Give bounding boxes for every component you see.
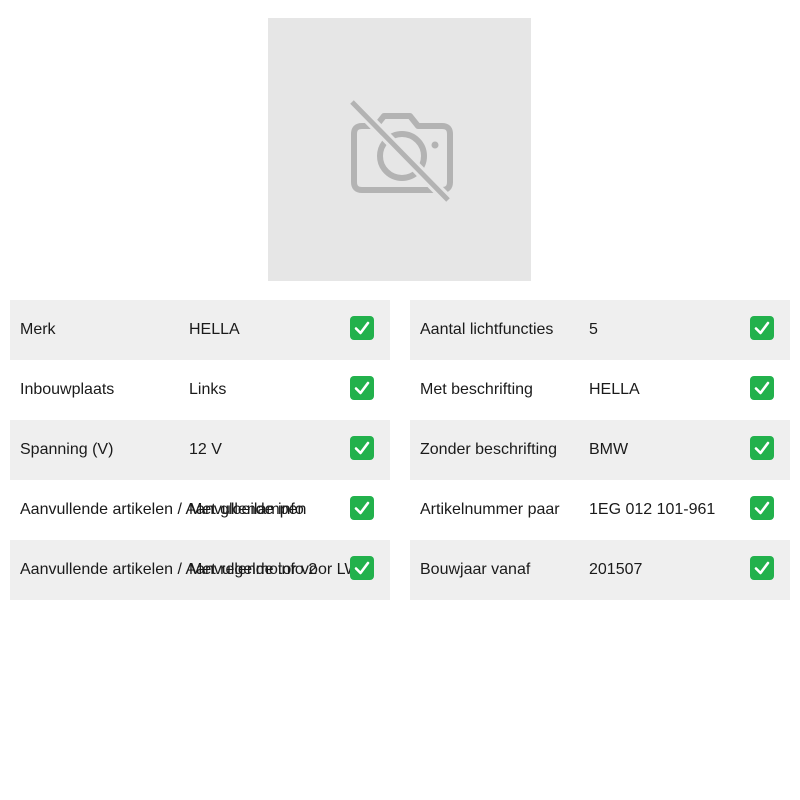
spec-row: Zonder beschrifting BMW (410, 420, 790, 480)
spec-row: Inbouwplaats Links (10, 360, 390, 420)
spec-label: Zonder beschrifting (420, 441, 557, 458)
spec-row: Aantal lichtfuncties 5 (410, 300, 790, 360)
specs-table-right: Aantal lichtfuncties 5 Met beschrifting … (410, 300, 790, 600)
spec-row: Met beschrifting HELLA (410, 360, 790, 420)
spec-value: HELLA (189, 321, 240, 338)
spec-label: Bouwjaar vanaf (420, 561, 531, 578)
spec-value: 201507 (589, 561, 643, 578)
spec-value: HELLA (589, 381, 640, 398)
spec-row: Spanning (V) 12 V (10, 420, 390, 480)
spec-value: Met regelmotor voor LWR (189, 561, 371, 578)
check-mark-icon (750, 496, 774, 520)
check-mark-icon (750, 376, 774, 400)
check-mark-icon (750, 316, 774, 340)
spec-row: Aanvullende artikelen / Aanvullende info… (10, 480, 390, 540)
camera-off-icon (348, 98, 453, 204)
spec-value: Links (189, 381, 227, 398)
specs-table-left: Merk HELLA Inbouwplaats Links Spanning (… (10, 300, 390, 600)
spec-label: Merk (20, 321, 56, 338)
check-mark-icon (350, 436, 374, 460)
spec-label: Spanning (V) (20, 441, 114, 458)
check-mark-icon (750, 556, 774, 580)
product-image-placeholder (268, 18, 531, 281)
spec-row: Merk HELLA (10, 300, 390, 360)
check-mark-icon (350, 376, 374, 400)
spec-value: BMW (589, 441, 629, 458)
spec-value: 1EG 012 101-961 (589, 501, 716, 518)
check-mark-icon (750, 436, 774, 460)
check-mark-icon (350, 316, 374, 340)
spec-row: Aanvullende artikelen / Aanvullende info… (10, 540, 390, 600)
spec-value: 12 V (189, 441, 222, 458)
spec-value: 5 (589, 321, 598, 338)
spec-value: Met gloeilampen (189, 501, 307, 518)
spec-row: Bouwjaar vanaf 201507 (410, 540, 790, 600)
check-mark-icon (350, 556, 374, 580)
spec-label: Artikelnummer paar (420, 501, 560, 518)
check-mark-icon (350, 496, 374, 520)
spec-label: Met beschrifting (420, 381, 533, 398)
spec-row: Artikelnummer paar 1EG 012 101-961 (410, 480, 790, 540)
spec-label: Inbouwplaats (20, 381, 115, 398)
spec-label: Aantal lichtfuncties (420, 321, 554, 338)
